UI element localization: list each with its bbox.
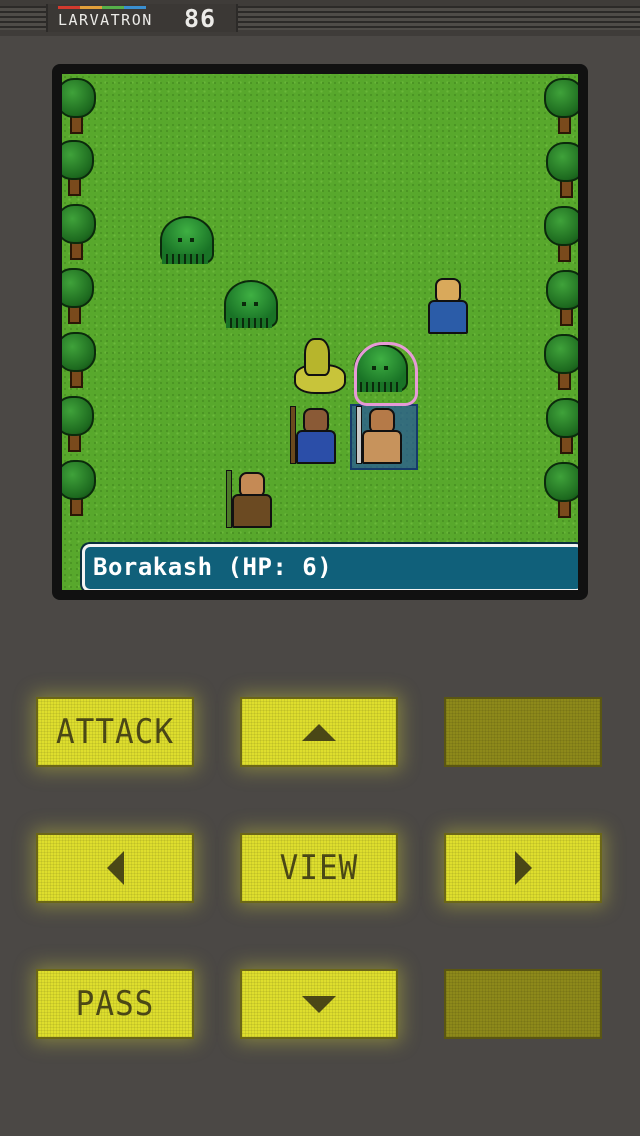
unit-status-text: Borakash (HP: 6)	[93, 553, 333, 581]
move-up-button[interactable]	[240, 697, 398, 767]
arrow-up-icon	[302, 723, 336, 741]
tree-icon	[544, 334, 578, 390]
tree-icon	[544, 206, 578, 262]
tree-icon	[546, 142, 578, 198]
move-down-button[interactable]	[240, 969, 398, 1039]
attack-button[interactable]: ATTACK	[36, 697, 194, 767]
tree-icon	[546, 270, 578, 326]
disabled-slot-button	[444, 969, 602, 1039]
game-map[interactable]: Borakash (HP: 6)	[62, 74, 578, 590]
view-label: VIEW	[279, 848, 359, 888]
header-bar: LARVATRON 86	[0, 0, 640, 36]
tree-icon	[62, 78, 96, 134]
pass-label: PASS	[75, 984, 155, 1024]
attack-label: ATTACK	[56, 712, 174, 752]
move-right-button[interactable]	[444, 833, 602, 903]
view-button[interactable]: VIEW	[240, 833, 398, 903]
tree-icon	[62, 396, 94, 452]
snake-monster-icon[interactable]	[288, 336, 348, 396]
slime-monster-icon[interactable]	[222, 278, 278, 330]
tree-icon	[62, 140, 94, 196]
mage-unit-icon[interactable]	[288, 400, 342, 466]
pass-button[interactable]: PASS	[36, 969, 194, 1039]
rainbow-stripe	[58, 6, 146, 9]
game-screen: Borakash (HP: 6)	[52, 64, 588, 600]
move-left-button[interactable]	[36, 833, 194, 903]
arrow-down-icon	[302, 995, 336, 1013]
tree-icon	[62, 204, 96, 260]
brand-name: LARVATRON	[58, 11, 153, 29]
tree-icon	[544, 462, 578, 518]
target-cursor	[354, 342, 418, 406]
tree-icon	[544, 78, 578, 134]
tree-icon	[62, 460, 96, 516]
warrior-unit-icon[interactable]	[354, 400, 408, 466]
monk-unit-icon[interactable]	[420, 270, 474, 336]
tree-icon	[546, 398, 578, 454]
arrow-left-icon	[106, 851, 124, 885]
archer-unit-icon[interactable]	[224, 464, 278, 530]
brand-number: 86	[184, 4, 217, 33]
slime-monster-icon[interactable]	[158, 214, 214, 266]
unit-status-bar: Borakash (HP: 6)	[82, 544, 578, 590]
arrow-right-icon	[514, 851, 532, 885]
tree-icon	[62, 332, 96, 388]
tree-icon	[62, 268, 94, 324]
brand-plate: LARVATRON 86	[46, 4, 238, 33]
disabled-slot-button	[444, 697, 602, 767]
